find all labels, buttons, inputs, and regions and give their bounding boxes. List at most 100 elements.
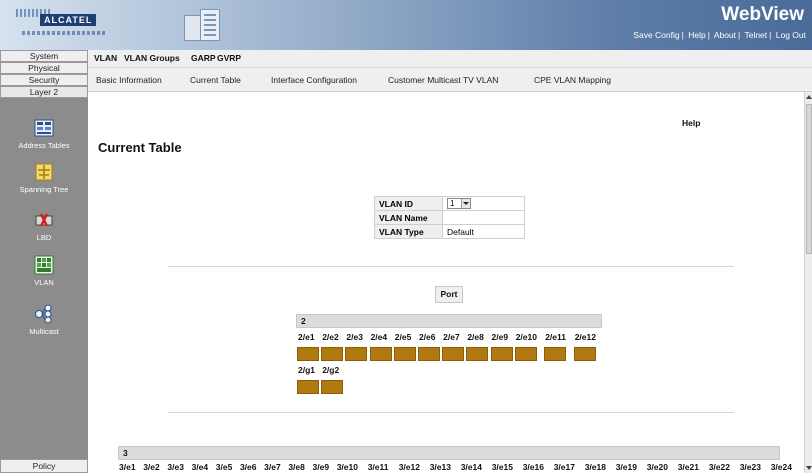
port-label: 3/e22 [708, 462, 730, 472]
vlan-name-label: VLAN Name [374, 210, 443, 225]
about-link[interactable]: About [714, 30, 736, 40]
address-tables-icon [34, 119, 54, 137]
nav-tab-security[interactable]: Security [0, 74, 88, 86]
port-label: 3/e3 [167, 462, 184, 472]
divider [168, 412, 734, 413]
nav-item-label: LBD [36, 233, 52, 242]
port-member-box[interactable] [321, 347, 344, 361]
help-link[interactable]: Help [688, 30, 705, 40]
port-label: 2/e11 [545, 332, 566, 342]
alcatel-logo: ALCATEL [40, 14, 97, 26]
scroll-up-icon[interactable] [806, 94, 812, 100]
port-member-box[interactable] [418, 347, 440, 361]
tab-bar: VLAN VLAN Groups GARP GVRP [88, 50, 812, 68]
port-member-box[interactable] [297, 380, 319, 394]
main-content: Help Current Table VLAN ID 1 VLAN Name V… [88, 92, 804, 473]
port-label: 3/e9 [312, 462, 330, 472]
log-out-link[interactable]: Log Out [776, 30, 806, 40]
save-config-link[interactable]: Save Config [633, 30, 679, 40]
port-member-box[interactable] [490, 347, 513, 361]
tab-vlan[interactable]: VLAN [94, 53, 117, 63]
nav-tab-system[interactable]: System [0, 50, 88, 62]
tab-garp[interactable]: GARP [191, 53, 216, 63]
nav-item-label: VLAN [34, 278, 54, 287]
port-label: 3/e13 [429, 462, 451, 472]
header-links: Save Config | Help | About | Telnet | Log Ou… [633, 30, 806, 40]
port-member-box[interactable] [573, 347, 596, 361]
tab-vlan-groups[interactable]: VLAN Groups [124, 53, 180, 63]
port-label: 3/e17 [553, 462, 575, 472]
subtab-bar: Basic Information Current Table Interfac… [88, 68, 812, 92]
vlan-type-value: Default [442, 224, 525, 239]
multicast-icon [35, 304, 52, 324]
subtab-interface-configuration[interactable]: Interface Configuration [271, 75, 357, 85]
vlan-id-label: VLAN ID [374, 196, 443, 211]
nav-tab-layer2[interactable]: Layer 2 [0, 86, 88, 98]
nav-item-vlan[interactable]: VLAN [0, 255, 88, 287]
page-help-link[interactable]: Help [682, 118, 700, 128]
port-label-row: 3/e1 3/e2 3/e3 3/e4 3/e5 3/e6 3/e7 3/e8 3/e9 3/e1… [119, 462, 802, 472]
port-button[interactable]: Port [435, 286, 463, 303]
nav-item-multicast[interactable]: Multicast [0, 304, 88, 336]
port-group-header: 3 [118, 446, 780, 460]
port-member-box[interactable] [321, 380, 344, 394]
scroll-down-icon[interactable] [806, 465, 812, 471]
port-label: 3/e21 [677, 462, 699, 472]
port-member-box[interactable] [393, 347, 416, 361]
port-label: 3/e5 [215, 462, 233, 472]
port-group-header: 2 [296, 314, 602, 328]
port-label: 3/e12 [398, 462, 420, 472]
port-label: 3/e15 [491, 462, 513, 472]
port-member-box[interactable] [514, 347, 537, 361]
port-label-row: 2/g1 2/g2 [298, 365, 346, 375]
port-label: 2/e5 [394, 332, 412, 342]
port-member-box[interactable] [544, 347, 567, 361]
logo-tagline [22, 31, 106, 35]
port-label: 2/e6 [418, 332, 436, 342]
spanning-tree-icon [35, 163, 53, 181]
left-nav: System Physical Security Layer 2 Address… [0, 50, 88, 473]
lbd-icon [35, 213, 53, 227]
subtab-basic-information[interactable]: Basic Information [96, 75, 162, 85]
port-label: 3/e2 [143, 462, 160, 472]
subtab-current-table[interactable]: Current Table [190, 75, 241, 85]
port-label: 2/e2 [322, 332, 339, 342]
link-separator: | [681, 30, 684, 40]
nav-tab-physical[interactable]: Physical [0, 62, 88, 74]
port-member-box[interactable] [466, 347, 489, 361]
app-title: WebView [721, 4, 804, 25]
port-member-box[interactable] [369, 347, 392, 361]
nav-item-lbd[interactable]: LBD [0, 210, 88, 242]
vlan-icon [34, 255, 54, 275]
port-label: 2/e3 [346, 332, 363, 342]
page-title: Current Table [98, 140, 182, 155]
port-member-box[interactable] [345, 347, 368, 361]
port-label: 2/g2 [322, 365, 340, 375]
vlan-id-select[interactable]: 1 [447, 198, 471, 209]
subtab-cpe-vlan-mapping[interactable]: CPE VLAN Mapping [534, 75, 611, 85]
port-member-box[interactable] [442, 347, 465, 361]
port-label: 3/e10 [336, 462, 358, 472]
port-label: 3/e1 [119, 462, 136, 472]
nav-item-spanning-tree[interactable]: Spanning Tree [0, 162, 88, 194]
port-label: 2/e9 [491, 332, 509, 342]
nav-tab-policy[interactable]: Policy [0, 459, 88, 473]
nav-item-address-tables[interactable]: Address Tables [0, 118, 88, 150]
brand-logo: ALCATEL [16, 9, 108, 35]
telnet-link[interactable]: Telnet [744, 30, 767, 40]
subtab-customer-multicast-tv-vlan[interactable]: Customer Multicast TV VLAN [388, 75, 498, 85]
tab-gvrp[interactable]: GVRP [217, 53, 241, 63]
port-label: 3/e23 [739, 462, 761, 472]
scrollbar-thumb[interactable] [806, 104, 812, 254]
port-label: 2/e12 [574, 332, 596, 342]
chevron-down-icon [461, 199, 470, 208]
port-label: 3/e20 [646, 462, 668, 472]
vlan-type-label: VLAN Type [374, 224, 443, 239]
vlan-id-value: 1 [450, 199, 455, 208]
port-member-box[interactable] [297, 347, 319, 361]
port-label: 3/e14 [460, 462, 482, 472]
port-label: 2/g1 [298, 365, 316, 375]
link-separator: | [769, 30, 772, 40]
port-label: 2/e8 [467, 332, 484, 342]
vertical-scrollbar[interactable] [804, 92, 812, 473]
